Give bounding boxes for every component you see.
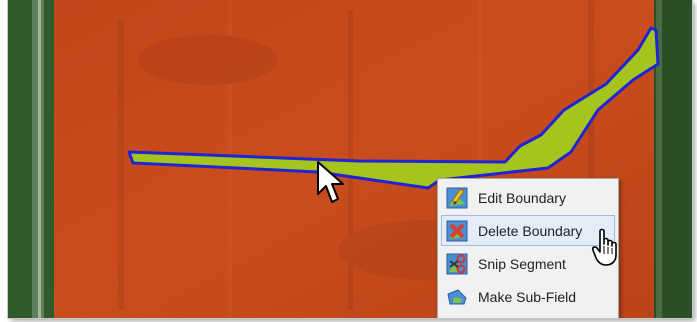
snip-segment-menu-item[interactable]: Snip Segment	[441, 248, 615, 279]
arrow-cursor-icon	[317, 161, 344, 203]
delete-boundary-icon	[446, 220, 468, 242]
delete-boundary-label: Delete Boundary	[478, 222, 583, 239]
make-subfield-icon	[446, 286, 468, 308]
left-grass-strip	[8, 0, 54, 318]
edit-boundary-icon	[446, 187, 468, 209]
snip-segment-label: Snip Segment	[478, 255, 566, 272]
snip-segment-icon	[446, 253, 468, 275]
make-subfield-label: Make Sub-Field	[478, 288, 577, 305]
make-subfield-menu-item[interactable]: Make Sub-Field	[441, 281, 615, 312]
edit-boundary-label: Edit Boundary	[478, 189, 566, 206]
delete-boundary-menu-item[interactable]: Delete Boundary	[441, 215, 615, 246]
hand-pointer-cursor-icon	[592, 228, 617, 266]
map-frame: Edit Boundary Delete Boundary Snip Segme…	[8, 0, 692, 318]
edit-boundary-menu-item[interactable]: Edit Boundary	[441, 182, 615, 213]
